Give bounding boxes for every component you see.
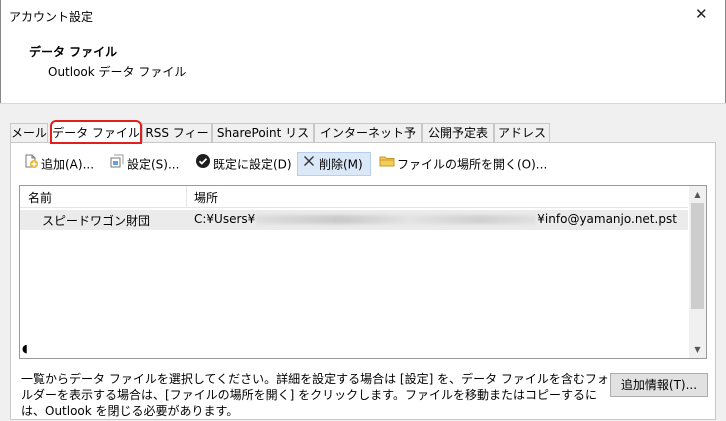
header-subtitle: Outlook データ ファイル <box>48 65 187 79</box>
tab-panel: 追加(A)... 設定(S)... 既定に設定(D) 削除(M) ファイルの場所… <box>10 142 716 420</box>
check-circle-icon <box>195 153 211 176</box>
list-header: 名前 場所 <box>20 186 688 208</box>
tab-bar: メール データ ファイル RSS フィード SharePoint リスト インタ… <box>10 120 550 158</box>
tab-data-files[interactable]: データ ファイル <box>50 120 142 144</box>
add-button-label: 追加(A)... <box>41 157 95 172</box>
scroll-down-icon[interactable]: ▼ <box>689 341 706 358</box>
loading-spinner-icon: ◖ <box>22 342 28 355</box>
column-header-location[interactable]: 場所 <box>194 189 218 206</box>
scroll-up-icon[interactable]: ▲ <box>689 186 706 203</box>
window-title: アカウント設定 <box>9 10 94 24</box>
delete-button[interactable]: 削除(M) <box>297 152 371 176</box>
row-name: スピードワゴン財団 <box>42 214 151 228</box>
more-info-button[interactable]: 追加情報(T)... <box>610 373 708 397</box>
description-text: 一覧からデータ ファイルを選択してください。詳細を設定する場合は [設定] を、… <box>21 372 609 418</box>
folder-icon <box>379 153 395 176</box>
delete-button-label: 削除(M) <box>319 157 363 172</box>
close-icon[interactable]: ✕ <box>695 5 708 23</box>
toolbar: 追加(A)... 設定(S)... 既定に設定(D) 削除(M) ファイルの場所… <box>19 152 709 176</box>
settings-button-label: 設定(S)... <box>127 157 180 172</box>
dialog-header: データ ファイル Outlook データ ファイル <box>0 31 726 103</box>
settings-button[interactable]: 設定(S)... <box>105 152 187 176</box>
row-location-prefix: C:¥Users¥ <box>194 212 256 226</box>
set-default-button[interactable]: 既定に設定(D) <box>191 152 293 176</box>
title-bar: アカウント設定 ✕ <box>0 0 726 31</box>
scrollbar-thumb[interactable] <box>691 203 704 309</box>
dialog-body: メール データ ファイル RSS フィード SharePoint リスト インタ… <box>0 103 726 421</box>
open-file-location-button[interactable]: ファイルの場所を開く(O)... <box>375 152 547 176</box>
tab-sharepoint-lists[interactable]: SharePoint リスト <box>212 123 314 158</box>
vertical-scrollbar[interactable]: ▲ ▼ <box>689 186 706 358</box>
tab-rss-feeds[interactable]: RSS フィード <box>142 123 212 158</box>
add-file-icon <box>23 153 39 176</box>
table-row[interactable]: スピードワゴン財団 C:¥Users¥ ¥info@yamanjo.net.pst <box>20 210 688 230</box>
tab-address-books[interactable]: アドレス帳 <box>494 123 550 158</box>
set-default-button-label: 既定に設定(D) <box>213 157 292 172</box>
tab-published-calendars[interactable]: 公開予定表 <box>422 123 494 143</box>
redacted-path <box>256 215 537 224</box>
header-title: データ ファイル <box>29 45 118 59</box>
row-location: C:¥Users¥ ¥info@yamanjo.net.pst <box>194 212 677 226</box>
column-header-name[interactable]: 名前 <box>28 189 52 206</box>
open-file-location-label: ファイルの場所を開く(O)... <box>397 157 548 172</box>
settings-file-icon <box>109 153 125 176</box>
tab-mail[interactable]: メール <box>10 123 48 143</box>
column-divider[interactable] <box>186 186 187 208</box>
row-location-suffix: ¥info@yamanjo.net.pst <box>537 212 677 226</box>
add-button[interactable]: 追加(A)... <box>19 152 101 176</box>
tab-internet-calendars[interactable]: インターネット予定表 <box>314 123 422 158</box>
x-delete-icon <box>301 153 317 176</box>
data-file-list[interactable]: 名前 場所 スピードワゴン財団 C:¥Users¥ ¥info@yamanjo.n… <box>19 185 707 359</box>
